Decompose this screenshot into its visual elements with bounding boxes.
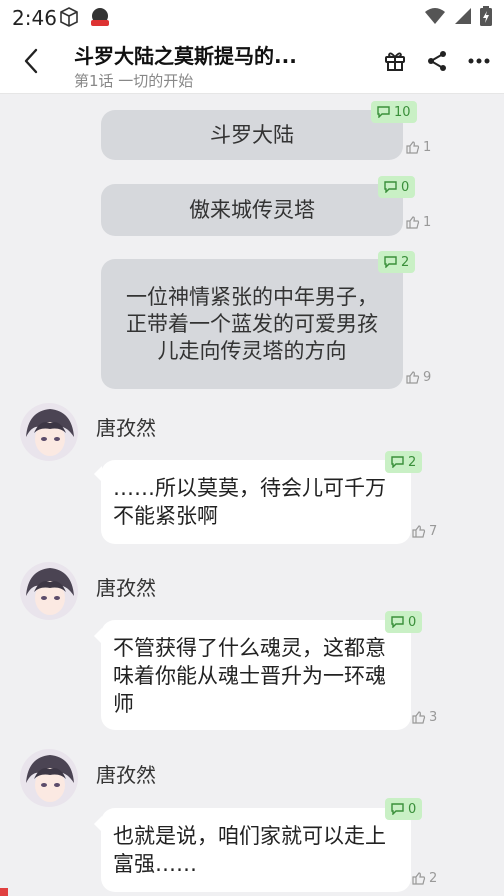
like-button[interactable]: 1 [406, 215, 431, 230]
like-button[interactable]: 3 [412, 710, 437, 725]
chapter-subtitle: 第1话 一切的开始 [74, 72, 194, 90]
thumbs-up-icon [406, 216, 420, 229]
thumbs-up-icon [412, 872, 426, 885]
comment-badge[interactable]: 0 [385, 798, 423, 820]
narration-bubble[interactable]: 一位神情紧张的中年男子，正带着一个蓝发的可爱男孩儿走向传灵塔的方向 [101, 259, 403, 389]
like-count: 1 [423, 140, 432, 155]
app-header: 斗罗大陆之莫斯提马的... 第1话 一切的开始 [0, 34, 504, 94]
header-actions [384, 50, 490, 72]
comment-count: 0 [408, 614, 417, 630]
comment-badge[interactable]: 0 [385, 611, 423, 633]
status-right-icons [424, 6, 492, 26]
chat-list: 斗罗大陆 10 1 傲来城传灵塔 0 1 一位神情紧张的中年男子，正带着一个蓝发… [0, 94, 504, 896]
speaker-name: 唐孜然 [96, 416, 156, 440]
share-icon [428, 51, 446, 71]
gift-button[interactable] [384, 50, 406, 72]
comment-badge[interactable]: 2 [378, 251, 416, 273]
thumbs-up-icon [412, 711, 426, 724]
dialogue-bubble[interactable]: 不管获得了什么魂灵，这都意味着你能从魂士晋升为一环魂师 [101, 620, 411, 730]
comment-count: 2 [401, 254, 410, 270]
battery-icon [480, 6, 492, 26]
more-button[interactable] [468, 50, 490, 72]
narration-text: 傲来城传灵塔 [189, 197, 315, 222]
like-button[interactable]: 7 [412, 524, 437, 539]
avatar[interactable] [20, 403, 78, 461]
chevron-left-icon [24, 48, 38, 74]
corner-indicator [0, 888, 8, 896]
like-count: 9 [423, 370, 432, 385]
comment-count: 0 [401, 179, 410, 195]
comment-badge[interactable]: 0 [378, 176, 416, 198]
dialogue-bubble[interactable]: ……所以莫莫，待会儿可千万不能紧张啊 [101, 460, 411, 544]
share-button[interactable] [426, 50, 448, 72]
gift-icon [385, 52, 405, 71]
status-time: 2:46 [12, 6, 57, 30]
dialogue-text: ……所以莫莫，待会儿可千万不能紧张啊 [113, 476, 386, 528]
box-icon [60, 7, 78, 27]
comment-icon [391, 456, 404, 468]
thumbs-up-icon [406, 141, 420, 154]
more-icon [468, 58, 490, 64]
comment-icon [384, 256, 397, 268]
dialogue-bubble[interactable]: 也就是说，咱们家就可以走上富强…… [101, 808, 411, 892]
narration-text: 斗罗大陆 [210, 122, 294, 147]
app-notification-icon [91, 8, 109, 26]
speaker-name: 唐孜然 [96, 763, 156, 787]
status-bar: 2:46 [0, 0, 504, 34]
like-count: 1 [423, 215, 432, 230]
comment-icon [377, 106, 390, 118]
comment-count: 2 [408, 454, 417, 470]
like-button[interactable]: 9 [406, 370, 431, 385]
wifi-icon [425, 8, 445, 24]
like-button[interactable]: 2 [412, 871, 437, 886]
character-avatar-icon [20, 749, 78, 807]
comment-badge[interactable]: 10 [371, 101, 417, 123]
back-button[interactable] [14, 44, 48, 78]
comment-badge[interactable]: 2 [385, 451, 423, 473]
like-count: 3 [429, 710, 438, 725]
speaker-name: 唐孜然 [96, 576, 156, 600]
avatar[interactable] [20, 562, 78, 620]
like-count: 7 [429, 524, 438, 539]
comment-count: 0 [408, 801, 417, 817]
narration-text: 一位神情紧张的中年男子，正带着一个蓝发的可爱男孩儿走向传灵塔的方向 [126, 284, 378, 363]
status-left-icons [58, 6, 112, 28]
thumbs-up-icon [412, 525, 426, 538]
like-count: 2 [429, 871, 438, 886]
dialogue-text: 不管获得了什么魂灵，这都意味着你能从魂士晋升为一环魂师 [113, 636, 386, 716]
avatar[interactable] [20, 749, 78, 807]
page-title: 斗罗大陆之莫斯提马的... [74, 44, 297, 68]
comment-icon [384, 181, 397, 193]
thumbs-up-icon [406, 371, 420, 384]
dialogue-text: 也就是说，咱们家就可以走上富强…… [113, 824, 386, 876]
comment-icon [391, 803, 404, 815]
signal-icon [455, 8, 471, 24]
comment-count: 10 [394, 104, 411, 120]
narration-bubble[interactable]: 傲来城传灵塔 [101, 184, 403, 236]
comment-icon [391, 616, 404, 628]
narration-bubble[interactable]: 斗罗大陆 [101, 110, 403, 160]
character-avatar-icon [20, 403, 78, 461]
like-button[interactable]: 1 [406, 140, 431, 155]
character-avatar-icon [20, 562, 78, 620]
